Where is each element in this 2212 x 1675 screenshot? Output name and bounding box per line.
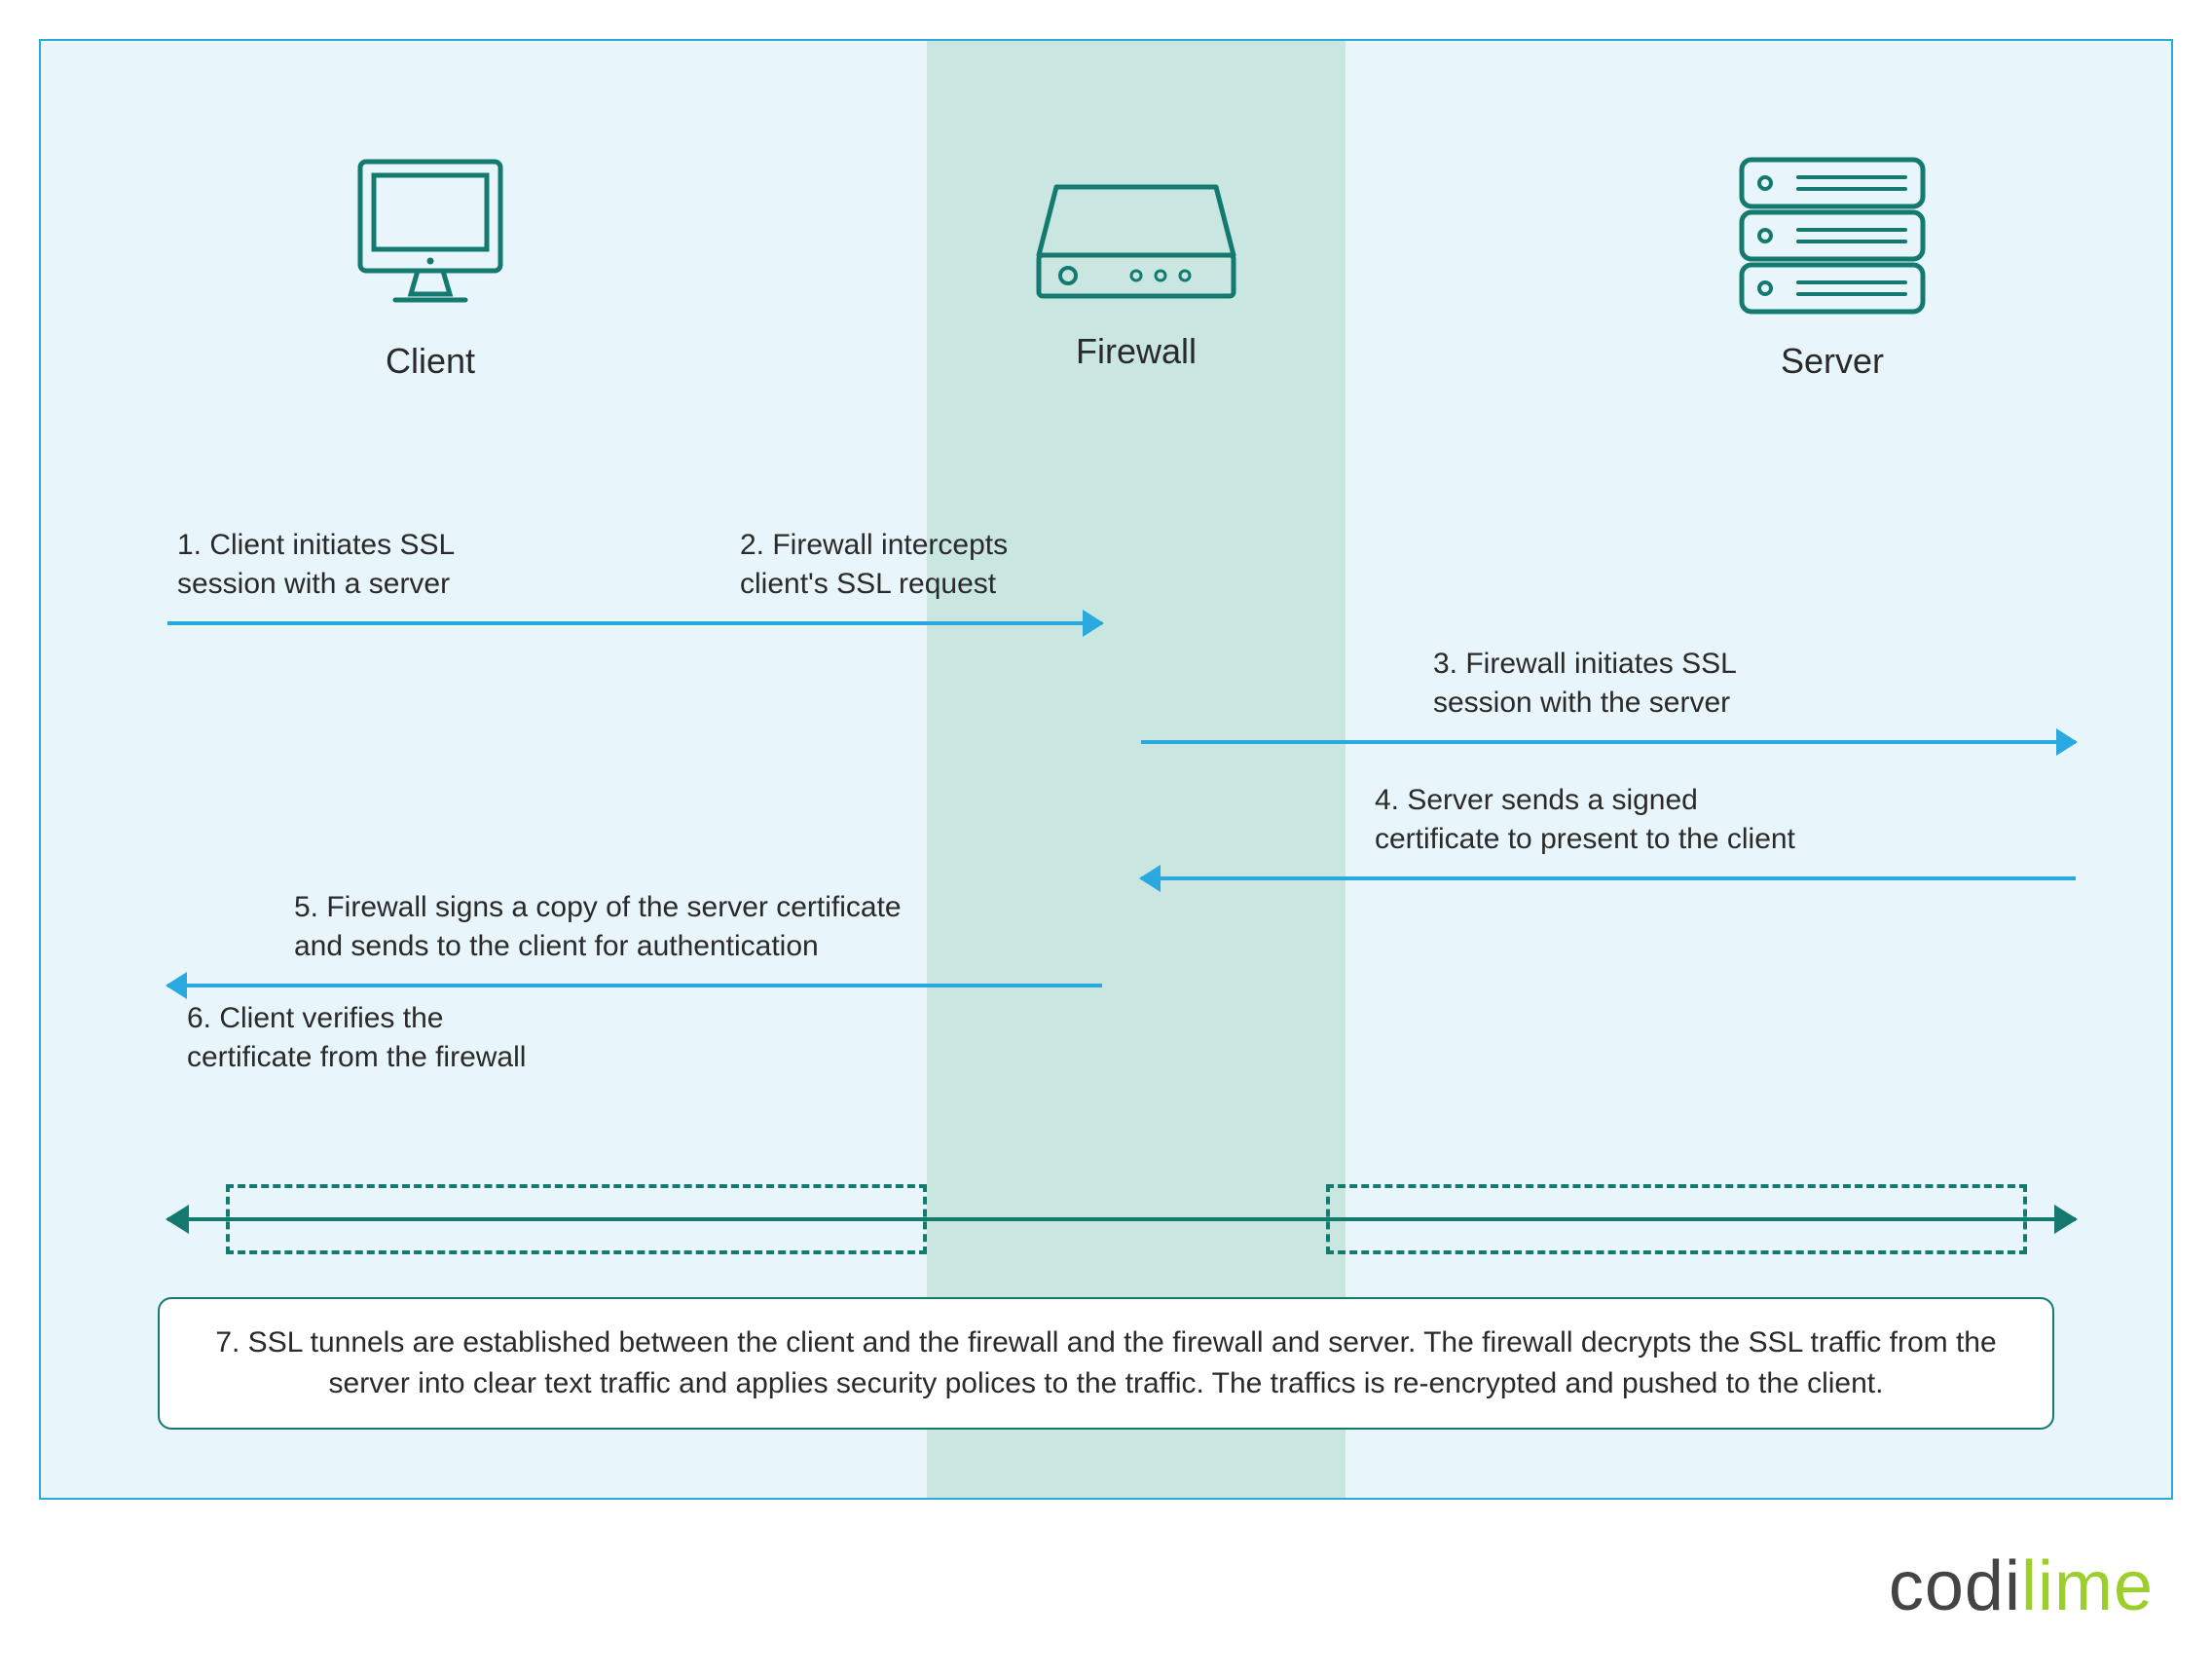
server-label: Server: [1696, 341, 1969, 382]
step-6-label: 6. Client verifies the certificate from …: [187, 999, 526, 1076]
brand-logo: codilime: [1889, 1546, 2154, 1626]
step-4-label: 4. Server sends a signed certificate to …: [1375, 781, 1795, 858]
client-node: Client: [294, 148, 567, 382]
step-1-label: 1. Client initiates SSL session with a s…: [177, 526, 455, 603]
firewall-node: Firewall: [995, 177, 1277, 372]
client-label: Client: [294, 341, 567, 382]
brand-part1: codi: [1889, 1547, 2021, 1625]
step-5-label: 5. Firewall signs a copy of the server c…: [294, 888, 902, 965]
diagram-frame: Client Firewall Server: [39, 39, 2173, 1500]
step-7-callout: 7. SSL tunnels are established between t…: [158, 1297, 2054, 1430]
firewall-label: Firewall: [995, 331, 1277, 372]
firewall-device-icon: [1029, 177, 1243, 314]
arrow-firewall-to-client: [167, 984, 1102, 987]
brand-part2: lime: [2021, 1547, 2154, 1625]
monitor-icon: [343, 148, 518, 323]
arrow-server-to-firewall: [1141, 876, 2076, 880]
server-rack-icon: [1730, 148, 1935, 323]
step-2-label: 2. Firewall intercepts client's SSL requ…: [740, 526, 1008, 603]
arrow-firewall-to-server: [1141, 740, 2076, 744]
step-3-label: 3. Firewall initiates SSL session with t…: [1433, 645, 1737, 722]
tunnel-firewall-server: [1326, 1184, 2027, 1254]
arrow-client-to-firewall: [167, 621, 1102, 625]
server-node: Server: [1696, 148, 1969, 382]
step-7-text: 7. SSL tunnels are established between t…: [215, 1326, 1996, 1399]
tunnel-client-firewall: [226, 1184, 927, 1254]
